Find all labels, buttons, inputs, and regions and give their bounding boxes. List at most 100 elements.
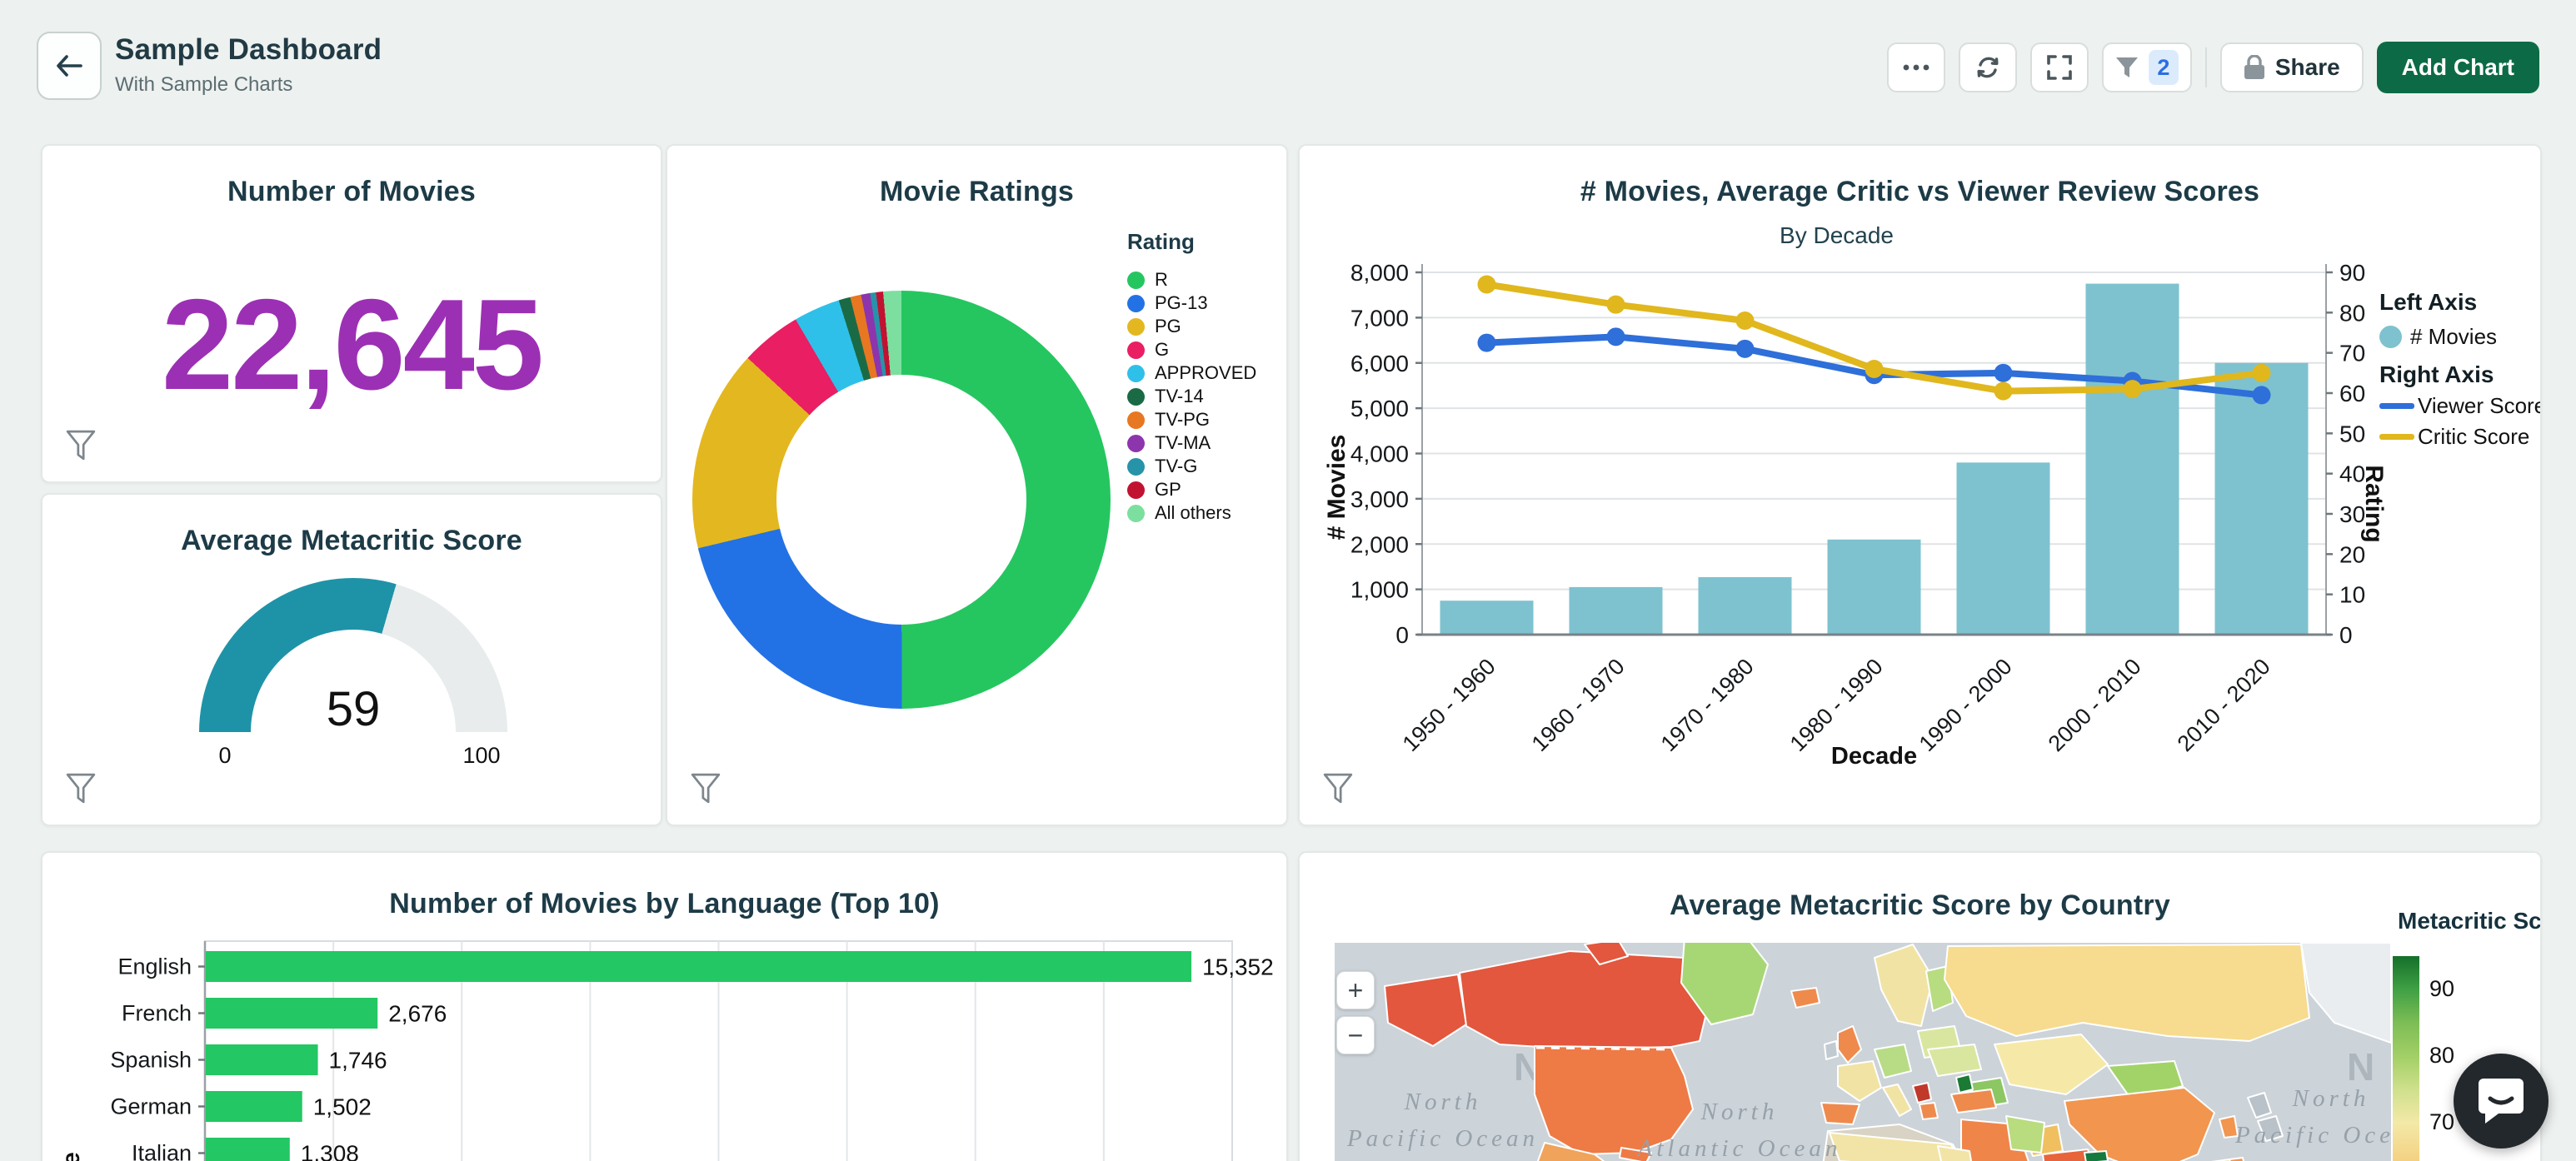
card-title: Movie Ratings <box>879 176 1075 207</box>
combo-chart-svg[interactable]: 0 1,000 2,000 3,000 4,000 5,000 6,000 7,000 8,00… <box>1300 146 2542 826</box>
legend-item[interactable]: Critic Score <box>2379 424 2540 450</box>
legend-item[interactable]: GP <box>1127 478 1256 501</box>
filter-icon[interactable] <box>1323 773 1353 805</box>
rating-legend-list: R PG-13 PG G APPROVED TV-14 TV-PG TV-MA TV-G GP Al… <box>1127 268 1256 525</box>
svg-text:7,000: 7,000 <box>1350 305 1409 331</box>
svg-text:6,000: 6,000 <box>1350 351 1409 376</box>
map-zoom-in-button[interactable]: + <box>1336 971 1375 1009</box>
legend-item[interactable]: PG <box>1127 315 1256 338</box>
country-italy[interactable] <box>1882 1084 1912 1117</box>
legend-item[interactable]: APPROVED <box>1127 361 1256 385</box>
country-turkey[interactable] <box>1950 1089 1997 1114</box>
share-label: Share <box>2274 54 2340 80</box>
card-movies-by-language: Number of Movies by Language (Top 10) En… <box>41 851 1288 1161</box>
ratings-donut[interactable] <box>692 291 1111 709</box>
region-ne-siberia[interactable] <box>2300 942 2392 1044</box>
legend-left-axis-heading: Left Axis <box>2379 289 2478 315</box>
page-title: Sample Dashboard <box>115 33 382 66</box>
card-number-of-movies: Number of Movies 22,645 <box>41 144 662 483</box>
country-balkan[interactable] <box>1912 1082 1932 1104</box>
header-divider <box>2204 47 2207 87</box>
legend-item[interactable]: All others <box>1127 501 1256 525</box>
gauge-min-label: 0 <box>218 743 232 768</box>
country-ireland[interactable] <box>1824 1040 1839 1060</box>
legend-item[interactable]: TV-G <box>1127 455 1256 478</box>
legend-item[interactable]: # Movies <box>2379 324 2540 350</box>
legend-item[interactable]: TV-PG <box>1127 408 1256 431</box>
legend-item[interactable]: Viewer Score <box>2379 393 2542 419</box>
svg-text:English: English <box>117 954 192 979</box>
region-scandinavia[interactable] <box>1874 944 1934 1027</box>
filter-icon[interactable] <box>66 773 96 805</box>
svg-text:80: 80 <box>2339 300 2365 326</box>
legend-label: Critic Score <box>2418 424 2530 449</box>
country-alaska[interactable] <box>1384 974 1467 1047</box>
svg-text:20: 20 <box>2339 541 2365 567</box>
country-germany[interactable] <box>1874 1044 1912 1079</box>
country-nepal[interactable] <box>2084 1150 2109 1161</box>
svg-text:1,746: 1,746 <box>329 1048 387 1074</box>
svg-text:1,000: 1,000 <box>1350 577 1409 603</box>
svg-text:4,000: 4,000 <box>1350 441 1409 467</box>
country-iceland[interactable] <box>1790 987 1820 1009</box>
country-japan-north[interactable] <box>2247 1092 2272 1119</box>
svg-text:2,000: 2,000 <box>1350 531 1409 557</box>
country-canada[interactable] <box>1459 950 1712 1050</box>
language-chart-svg[interactable]: English 15,352 French 2,676 Spanish 1,746 Germ… <box>42 853 1288 1161</box>
legend-item[interactable]: R <box>1127 268 1256 291</box>
country-ukraine[interactable] <box>1927 1044 1982 1077</box>
more-button[interactable] <box>1886 42 1945 92</box>
country-france[interactable] <box>1837 1060 1882 1102</box>
legend-label: Viewer Score <box>2418 393 2542 418</box>
country-greece[interactable] <box>1919 1102 1939 1120</box>
svg-text:0: 0 <box>2339 622 2353 648</box>
card-title: Average Metacritic Score <box>181 525 522 556</box>
svg-text:1,502: 1,502 <box>313 1094 372 1120</box>
add-chart-button[interactable]: Add Chart <box>2376 42 2539 93</box>
back-button[interactable] <box>37 32 102 100</box>
filter-icon[interactable] <box>691 773 721 805</box>
svg-text:Rating: Rating <box>2360 465 2388 542</box>
svg-text:10: 10 <box>2339 582 2365 608</box>
country-iran[interactable] <box>2005 1115 2045 1154</box>
ocean-label: North <box>2292 1085 2370 1112</box>
legend-swatch <box>1127 271 1145 289</box>
svg-text:1950 - 1960: 1950 - 1960 <box>1398 654 1500 756</box>
kpi-value: 22,645 <box>161 272 544 416</box>
legend-item[interactable]: G <box>1127 338 1256 361</box>
legend-label: All others <box>1155 502 1231 523</box>
world-map[interactable]: NO NO <box>1335 934 2426 1161</box>
legend-item[interactable]: PG-13 <box>1127 291 1256 315</box>
svg-text:8,000: 8,000 <box>1350 260 1409 286</box>
funnel-icon <box>2115 57 2138 77</box>
map-legend-tick: 70 <box>2429 1109 2455 1134</box>
country-russia[interactable] <box>1944 944 2310 1042</box>
country-kazakhstan[interactable] <box>1994 1034 2109 1095</box>
country-spain[interactable] <box>1820 1102 1860 1125</box>
legend-item[interactable]: TV-14 <box>1127 385 1256 408</box>
svg-text:15,352: 15,352 <box>1202 954 1274 980</box>
region-caucasus[interactable] <box>1955 1074 1974 1094</box>
country-uk[interactable] <box>1837 1025 1862 1064</box>
refresh-button[interactable] <box>1958 42 2017 92</box>
map-zoom-out-button[interactable]: − <box>1336 1016 1375 1054</box>
gauge-chart: 59 0 100 <box>199 578 507 768</box>
chat-launcher-button[interactable] <box>2454 1054 2549 1149</box>
share-button[interactable]: Share <box>2219 42 2364 92</box>
chat-bubble-icon <box>2479 1079 2524 1124</box>
header: Sample Dashboard With Sample Charts 2 Sh… <box>0 0 2576 133</box>
country-vietnam[interactable] <box>2229 1157 2251 1161</box>
legend-right-axis-heading: Right Axis <box>2379 361 2494 387</box>
fullscreen-button[interactable] <box>2029 42 2089 92</box>
svg-text:German: German <box>110 1094 192 1119</box>
svg-text:Italian: Italian <box>132 1141 192 1161</box>
card-average-metacritic-score: Average Metacritic Score 59 0 100 <box>41 493 662 826</box>
card-metacritic-by-country: Average Metacritic Score by Country NO N… <box>1298 851 2542 1161</box>
map-legend-gradient <box>2393 956 2419 1161</box>
legend-label: PG-13 <box>1155 292 1208 313</box>
filter-icon[interactable] <box>66 430 96 461</box>
legend-item[interactable]: TV-MA <box>1127 431 1256 455</box>
svg-text:2010 - 2020: 2010 - 2020 <box>2173 654 2275 756</box>
svg-text:1,308: 1,308 <box>301 1141 359 1161</box>
dashboard-filter-button[interactable]: 2 <box>2101 42 2192 92</box>
